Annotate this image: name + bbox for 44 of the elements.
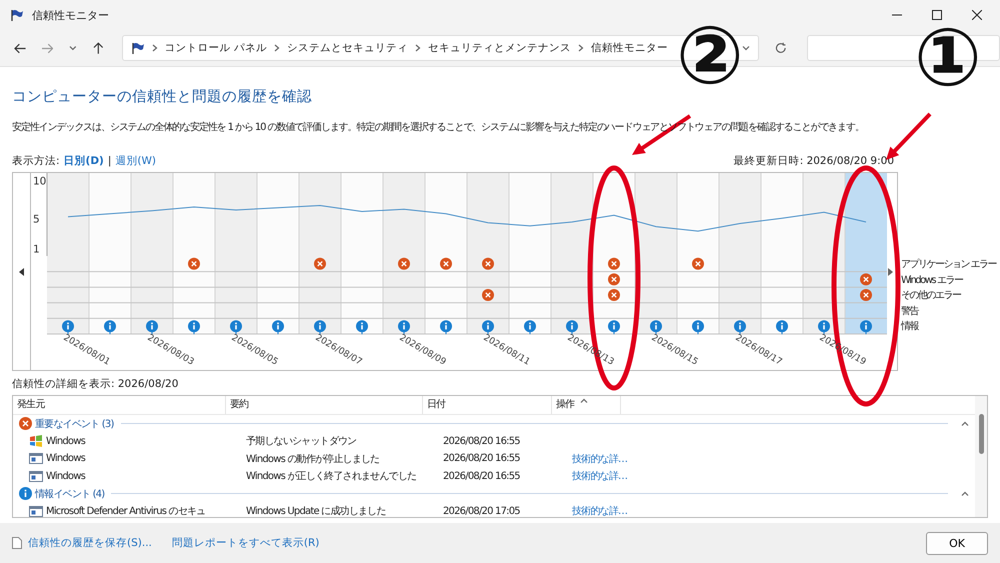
table-cell-text: 予期しないシャットダウン xyxy=(245,434,358,448)
group-header[interactable]: 重要なイベント (3) xyxy=(35,416,114,431)
separator: | xyxy=(108,155,112,167)
table-cell-text: 2026/08/20 16:55 xyxy=(442,470,521,482)
view-option[interactable]: 週別(W) xyxy=(115,154,156,168)
group-header[interactable]: 情報イベント (4) xyxy=(35,486,104,501)
axis-label: 5 xyxy=(32,213,40,226)
page-heading: コンピューターの信頼性と問題の履歴を確認 xyxy=(12,88,313,106)
row-label: アプリケーション エラー xyxy=(901,258,996,272)
table-cell: Windows xyxy=(46,470,86,482)
table-cell: Windows xyxy=(46,436,86,447)
row-label: その他のエラー xyxy=(901,289,960,304)
window-title: 信頼性モニター xyxy=(32,8,109,22)
column-header[interactable]: 操作 xyxy=(552,396,621,414)
details-link[interactable]: 技術的な詳… xyxy=(568,469,628,484)
view-label: 表示方法: xyxy=(12,154,60,168)
axis-label: 1 xyxy=(32,243,40,256)
callout-number: ① xyxy=(914,18,982,98)
column-header[interactable]: 要約 xyxy=(226,396,423,414)
breadcrumb-item[interactable]: セキュリティとメンテナンス xyxy=(428,41,571,55)
table-cell-text: Windows の動作が停止しました xyxy=(245,452,380,466)
problem-reports-link[interactable]: 問題レポートをすべて表示(R) xyxy=(172,536,320,550)
row-label: Windows エラー xyxy=(901,274,962,288)
details-link[interactable]: 技術的な詳… xyxy=(568,504,628,517)
save-history-link[interactable]: 信頼性の履歴を保存(S)... xyxy=(28,536,152,550)
table-cell-text: 2026/08/20 16:55 xyxy=(442,453,521,464)
breadcrumb-item[interactable]: システムとセキュリティ xyxy=(286,41,408,55)
details-link[interactable]: 技術的な詳… xyxy=(568,452,628,466)
ok-button[interactable]: OK xyxy=(926,532,988,554)
column-header[interactable]: 日付 xyxy=(423,396,552,414)
table-cell-text: 2026/08/20 16:55 xyxy=(442,436,521,447)
row-label: 警告 xyxy=(901,304,918,319)
table-cell-text: 2026/08/20 17:05 xyxy=(442,506,521,517)
table-cell-text: Windows が正しく終了されませんでした xyxy=(245,470,418,484)
breadcrumb-item[interactable]: 信頼性モニター xyxy=(590,41,668,55)
table-cell: Windows xyxy=(46,453,86,464)
view-option[interactable]: 日別(D) xyxy=(64,154,104,168)
axis-label: 10 xyxy=(32,176,46,188)
column-header[interactable]: 発生元 xyxy=(13,396,226,414)
breadcrumb-item[interactable]: コントロール パネル xyxy=(164,41,267,55)
table-cell-text: Microsoft Defender Antivirus のセキュ xyxy=(46,505,206,517)
table-cell-text: Windows Update に成功しました xyxy=(245,504,387,517)
row-label: 情報 xyxy=(901,320,918,334)
details-label: 信頼性の詳細を表示: 2026/08/20 xyxy=(12,377,180,391)
